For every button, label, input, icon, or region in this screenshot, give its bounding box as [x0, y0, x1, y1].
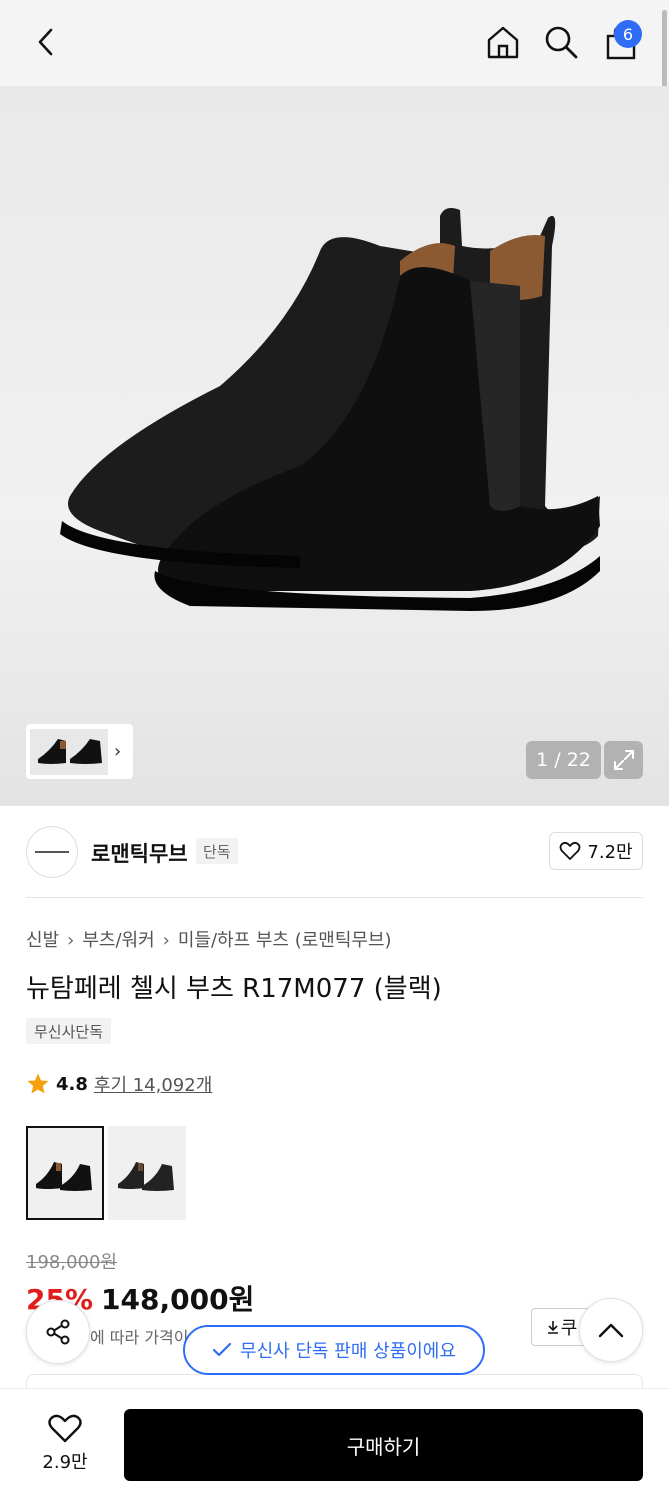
share-icon	[46, 1319, 70, 1345]
product-image[interactable]	[0, 86, 669, 806]
scroll-to-top-button[interactable]	[579, 1298, 643, 1362]
thumbnail-strip[interactable]: ›	[26, 724, 133, 779]
original-price: 198,000원	[26, 1252, 117, 1273]
product-title: 뉴탐페레 첼시 부츠 R17M077 (블랙)	[26, 974, 442, 1004]
home-icon	[487, 26, 519, 59]
brand-like-button[interactable]: 7.2만	[549, 832, 643, 870]
expand-icon	[613, 750, 634, 770]
chevron-up-icon	[598, 1323, 624, 1338]
breadcrumb: 신발 › 부츠/워커 › 미들/하프 부츠 (로맨틱무브)	[26, 926, 392, 952]
exclusive-toast: 무신사 단독 판매 상품이에요	[183, 1325, 485, 1375]
download-icon	[547, 1321, 558, 1334]
check-icon	[212, 1342, 232, 1357]
color-swatch[interactable]	[108, 1126, 186, 1220]
search-icon	[545, 26, 578, 59]
top-bar: 6	[0, 0, 669, 86]
coupon-label: 쿠	[560, 1318, 578, 1339]
sale-price: 148,000원	[101, 1283, 255, 1316]
breadcrumb-item[interactable]: 부츠/워커	[82, 930, 154, 951]
home-button[interactable]	[483, 22, 523, 62]
color-swatch-selected[interactable]	[26, 1126, 104, 1220]
price-note: 에 따라 가격이	[90, 1328, 189, 1347]
chevron-right-icon: ›	[67, 930, 75, 951]
wishlist-button[interactable]: 2.9만	[26, 1408, 104, 1480]
chevron-right-icon[interactable]: ›	[114, 741, 121, 762]
thumbnail-image[interactable]	[30, 728, 108, 775]
exclusive-tag: 무신사단독	[26, 1018, 112, 1044]
chevron-right-icon: ›	[162, 930, 170, 951]
back-button[interactable]	[26, 22, 66, 62]
rating-score: 4.8	[56, 1073, 88, 1095]
reviews-link[interactable]: 후기 14,092개	[94, 1071, 212, 1097]
star-icon	[27, 1073, 49, 1094]
heart-icon	[48, 1414, 82, 1443]
search-button[interactable]	[541, 22, 581, 62]
buy-button[interactable]: 구매하기	[124, 1409, 643, 1481]
breadcrumb-item[interactable]: 미들/하프 부츠 (로맨틱무브)	[178, 930, 392, 951]
heart-icon	[560, 841, 581, 860]
chevron-left-icon	[38, 28, 53, 56]
boots-illustration	[60, 208, 600, 611]
divider	[26, 897, 643, 898]
expand-button[interactable]	[604, 741, 643, 779]
image-counter: 1 / 22	[526, 741, 601, 779]
rating: 4.8 후기 14,092개	[26, 1071, 212, 1097]
brand-name[interactable]: 로맨틱무브	[91, 838, 188, 868]
brand-exclusive-tag: 단독	[196, 838, 238, 864]
share-button[interactable]	[26, 1300, 90, 1364]
cart-count-badge: 6	[614, 20, 642, 48]
boots-thumbnail	[38, 738, 102, 764]
brand-like-count: 7.2만	[587, 842, 633, 863]
boots-thumbnail	[36, 1162, 92, 1191]
toast-text: 무신사 단독 판매 상품이에요	[240, 1341, 456, 1362]
boots-thumbnail	[118, 1162, 174, 1191]
wishlist-count: 2.9만	[42, 1452, 88, 1473]
breadcrumb-item[interactable]: 신발	[26, 930, 59, 951]
brand-logo[interactable]	[26, 826, 78, 878]
